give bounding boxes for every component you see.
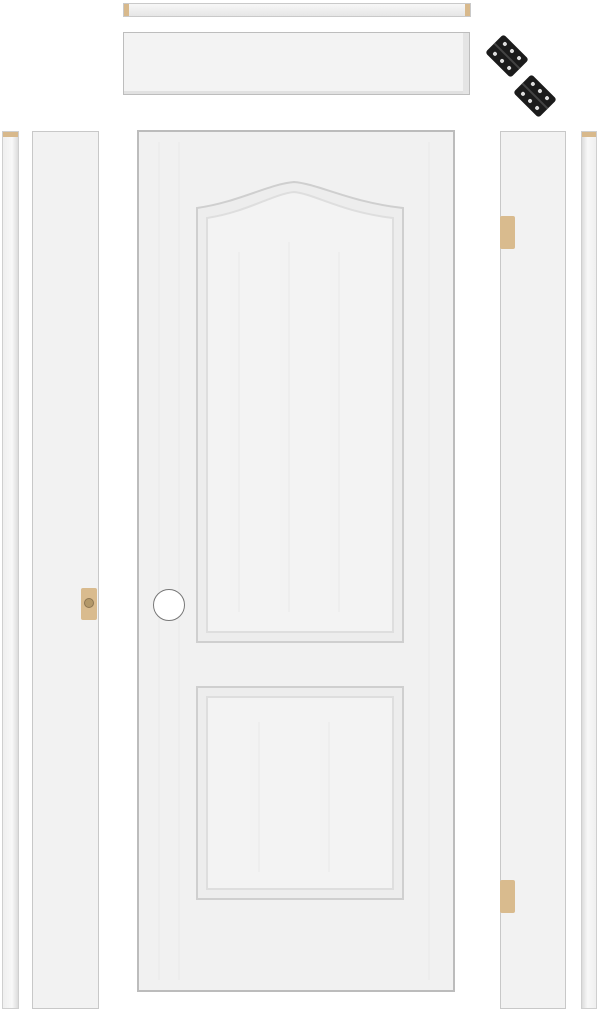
lockset-bore-hole bbox=[153, 589, 185, 621]
side-jamb-right bbox=[500, 131, 566, 1009]
door-slab bbox=[137, 130, 455, 992]
lower-panel-field bbox=[206, 696, 394, 890]
head-casing bbox=[123, 3, 471, 17]
hinge-icon bbox=[485, 34, 529, 78]
head-jamb bbox=[123, 32, 470, 95]
hinge-mortise-top bbox=[500, 216, 515, 249]
side-casing-right bbox=[581, 131, 597, 1009]
casing-miter-end bbox=[3, 132, 18, 137]
prehung-door-kit: { "scene": "prehung-door-kit", "parts": … bbox=[0, 0, 599, 1011]
side-jamb-left bbox=[32, 131, 99, 1009]
hinge-mortise-bottom bbox=[500, 880, 515, 913]
side-casing-left bbox=[2, 131, 19, 1009]
door-panels bbox=[158, 142, 430, 980]
latch-hole bbox=[84, 598, 94, 608]
casing-miter-end bbox=[124, 4, 129, 16]
hinge-icon bbox=[513, 74, 557, 118]
casing-miter-end bbox=[465, 4, 470, 16]
strike-plate-mortise bbox=[81, 588, 97, 620]
casing-miter-end bbox=[582, 132, 596, 137]
upper-arch-panel-field bbox=[206, 190, 394, 633]
